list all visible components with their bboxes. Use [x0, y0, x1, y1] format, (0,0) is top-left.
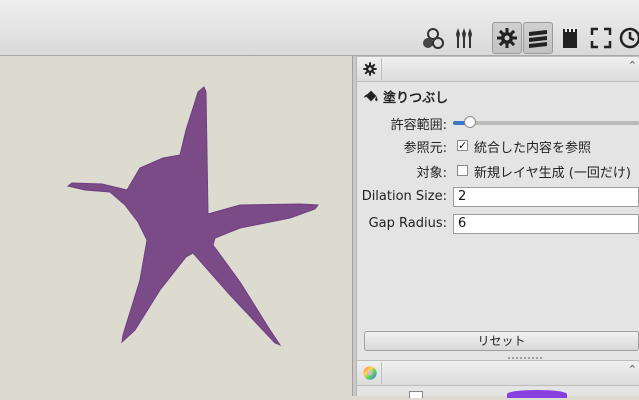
history-button[interactable] [615, 22, 639, 54]
star-drawing [66, 86, 319, 347]
second-panel-header: ⌃ [357, 360, 639, 386]
collapse-icon[interactable]: ⌃ [628, 363, 637, 376]
brushes-button[interactable] [450, 22, 480, 54]
tolerance-label: 許容範囲: [390, 118, 447, 133]
brush-presets-button[interactable] [418, 22, 448, 54]
new-layer-checkbox[interactable] [457, 165, 468, 176]
panel-tab-color[interactable] [359, 362, 382, 384]
brushes-icon [456, 28, 472, 48]
fullscreen-icon [590, 27, 612, 49]
history-icon [619, 27, 639, 49]
color-preview-partial [507, 390, 567, 398]
panel-tab-tool-options[interactable] [359, 58, 382, 80]
tolerance-slider[interactable] [453, 116, 639, 128]
color-wheel-icon [363, 366, 377, 380]
source-label: 参照元: [403, 141, 447, 156]
purple-star-shape [66, 86, 319, 347]
tool-title-label: 塗りつぶし [383, 90, 449, 106]
gap-radius-label: Gap Radius: [368, 216, 447, 231]
gap-radius-field[interactable]: 6 [453, 214, 639, 234]
brush-presets-icon [423, 28, 444, 49]
tool-options-panel: ⌃ 塗りつぶし 許容範囲: 参照元: ✓ 統合した内容を参照 対象: 新規レイヤ… [357, 56, 639, 398]
layers-icon [529, 30, 547, 48]
reset-button[interactable]: リセット [364, 331, 639, 351]
fullscreen-button[interactable] [586, 22, 616, 54]
gear-icon [363, 62, 377, 76]
panel-header: ⌃ [357, 56, 639, 82]
scratchpad-button[interactable] [555, 22, 585, 54]
tool-options-icon [497, 28, 517, 48]
source-merged-label: 統合した内容を参照 [474, 141, 592, 156]
collapse-icon[interactable]: ⌃ [628, 59, 637, 72]
fill-bucket-icon [363, 90, 378, 102]
tolerance-slider-handle[interactable] [463, 116, 476, 128]
new-layer-label: 新規レイヤ生成 (一回だけ) [474, 166, 631, 181]
tool-options-button[interactable] [492, 22, 522, 54]
main-toolbar [0, 0, 639, 56]
target-label: 対象: [416, 166, 447, 181]
dilation-size-field[interactable]: 2 [453, 187, 639, 207]
tool-title: 塗りつぶし [363, 86, 448, 106]
scratchpad-icon [563, 28, 577, 48]
drawing-canvas[interactable] [0, 56, 352, 396]
color-checkbox-partial[interactable] [409, 391, 423, 398]
layers-button[interactable] [523, 22, 553, 54]
dilation-size-label: Dilation Size: [361, 189, 447, 204]
source-merged-checkbox[interactable]: ✓ [457, 140, 468, 151]
